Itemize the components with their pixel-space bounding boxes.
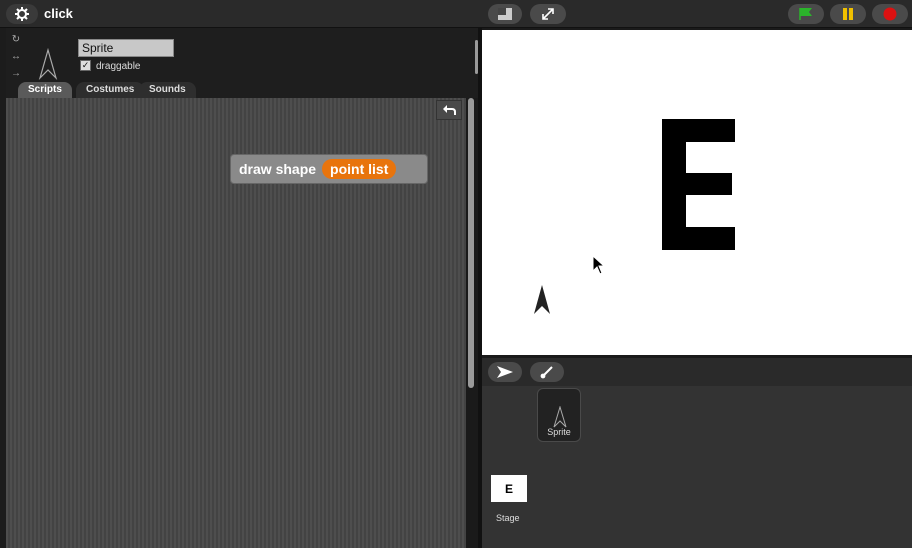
- add-turtle-sprite-button[interactable]: [488, 362, 522, 382]
- tab-costumes[interactable]: Costumes: [76, 82, 145, 98]
- point-list-slot[interactable]: point list: [322, 159, 397, 179]
- snap-ide: click ↻ ↔ → Sprite ✓ draggable Scripts C…: [0, 0, 912, 548]
- paint-new-sprite-button[interactable]: [530, 362, 564, 382]
- gear-icon: [15, 7, 29, 21]
- sprite-corral: Sprite E Stage: [482, 386, 912, 548]
- undo-icon: [443, 105, 456, 115]
- undo-button[interactable]: [436, 100, 462, 120]
- fullscreen-button[interactable]: [530, 4, 566, 24]
- tab-sounds[interactable]: Sounds: [139, 82, 196, 98]
- tab-scripts[interactable]: Scripts: [18, 82, 72, 98]
- block-label: draw shape: [239, 161, 317, 177]
- stage-thumbnail[interactable]: E: [491, 475, 527, 502]
- turtle-icon: [38, 48, 58, 80]
- project-title: click: [44, 6, 73, 21]
- green-flag-button[interactable]: [788, 4, 824, 24]
- rotation-style-full-button[interactable]: ↻: [10, 34, 22, 46]
- fullscreen-icon: [542, 8, 554, 20]
- stop-button[interactable]: [872, 4, 908, 24]
- top-bar: click: [0, 0, 912, 28]
- rotation-style-none-button[interactable]: →: [10, 68, 22, 80]
- turtle-sprite-on-stage: [534, 285, 550, 314]
- stage-thumb-label: Stage: [496, 513, 520, 523]
- draggable-label: draggable: [96, 61, 141, 72]
- stage-thumb-letter: E: [504, 481, 513, 496]
- rotation-style-leftright-button[interactable]: ↔: [10, 51, 22, 63]
- sprite-thumbnail[interactable]: Sprite: [537, 388, 581, 442]
- green-flag-icon: [799, 8, 812, 20]
- cursor-icon: [592, 255, 606, 275]
- stage[interactable]: [482, 30, 912, 355]
- draggable-checkbox[interactable]: ✓: [80, 60, 91, 71]
- stop-icon: [883, 7, 897, 21]
- sprite-name-field[interactable]: [78, 39, 174, 57]
- paintbrush-icon: [540, 366, 553, 379]
- sprite-thumb-label: Sprite: [547, 427, 571, 437]
- logo-menu-button[interactable]: [6, 4, 38, 24]
- stage-size-icon: [498, 8, 512, 20]
- turtle-icon: [553, 406, 567, 428]
- pause-icon: [843, 8, 853, 20]
- corral-bar: [482, 358, 912, 386]
- scripts-scrollbar[interactable]: [468, 98, 474, 388]
- stage-size-button[interactable]: [488, 4, 522, 24]
- letter-e-sprite: [662, 119, 735, 250]
- turtle-icon: [497, 366, 513, 378]
- draw-shape-block[interactable]: draw shape point list: [230, 154, 428, 184]
- pause-button[interactable]: [830, 4, 866, 24]
